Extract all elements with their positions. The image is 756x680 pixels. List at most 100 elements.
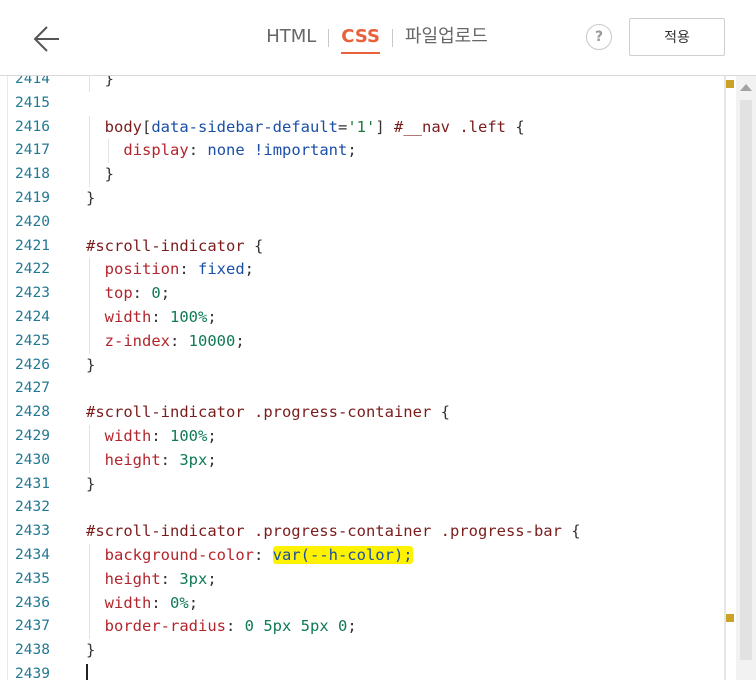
line-number: 2418	[15, 166, 50, 183]
line-number: 2424	[15, 309, 50, 325]
code-token: ;	[347, 617, 357, 636]
editor-header: HTML CSS 파일업로드 ? 적용	[0, 0, 756, 76]
code-token: :	[253, 546, 273, 564]
code-line: 2431}	[0, 473, 720, 497]
code-token: :	[170, 331, 189, 350]
code-token: :	[151, 593, 171, 612]
overview-ruler-marker	[726, 80, 734, 88]
code-line: 2429 width: 100%;	[0, 425, 720, 449]
code-token: none	[207, 141, 245, 160]
code-line: 2414}	[0, 76, 720, 92]
code-token: }	[104, 76, 115, 88]
code-line: 2436 width: 0%;	[0, 591, 720, 616]
code-token: }	[86, 355, 96, 374]
code-text: #scroll-indicator .progress-container {	[86, 401, 450, 425]
code-line: 2425 z-index: 10000;	[0, 329, 720, 354]
code-token: :	[160, 569, 180, 588]
code-token: 10000	[188, 331, 236, 350]
code-token: :	[132, 284, 152, 303]
code-line: 2424 width: 100%;	[0, 306, 720, 330]
indent-guide	[89, 567, 90, 592]
indent-guide	[89, 425, 90, 449]
code-line: 2439	[0, 663, 720, 680]
code-text: width: 0%;	[105, 592, 198, 616]
css-code-editor[interactable]: 2414} 2415 2416 body[data-sidebar-default='…	[0, 76, 756, 680]
scroll-up-arrow-icon[interactable]	[740, 84, 752, 91]
code-token: .progress-bar	[440, 522, 562, 541]
code-token: .progress-container	[253, 522, 432, 541]
code-token: ;	[207, 450, 217, 469]
tab-html[interactable]: HTML	[266, 26, 316, 52]
code-token: {	[506, 117, 525, 136]
code-text: height: 3px;	[105, 568, 217, 592]
line-number: 2439	[15, 666, 50, 680]
line-number: 2436	[15, 594, 50, 611]
code-text: width: 100%;	[105, 425, 217, 449]
line-number: 2414	[15, 76, 50, 87]
line-number: 2421	[15, 237, 50, 254]
code-line: 2416 body[data-sidebar-default='1'] #__na…	[0, 115, 720, 140]
code-token: #scroll-indicator	[86, 236, 245, 255]
indent-guide	[89, 448, 90, 473]
code-token: width	[104, 593, 152, 612]
vertical-scrollbar[interactable]	[736, 76, 756, 680]
line-number: 2437	[15, 618, 50, 635]
code-token: position	[104, 260, 180, 279]
code-token: height	[104, 450, 161, 469]
code-line: 2420	[0, 211, 720, 235]
code-text: }	[86, 354, 95, 378]
code-text: background-color: var(--h-color);	[105, 544, 413, 568]
code-token: 0	[151, 284, 161, 303]
code-line: 2438}	[0, 639, 720, 663]
code-token: }	[86, 474, 96, 493]
code-token: 0%	[170, 593, 189, 612]
code-token: ;	[207, 569, 217, 588]
tab-css[interactable]: CSS	[341, 26, 380, 54]
help-button[interactable]: ?	[586, 24, 612, 50]
code-token: 100%	[170, 308, 208, 326]
line-number: 2431	[15, 475, 50, 492]
code-token: #__nav	[394, 117, 450, 136]
code-text: }	[86, 639, 95, 663]
code-text: top: 0;	[105, 282, 170, 306]
code-line: 2428 #scroll-indicator .progress-containe…	[0, 401, 720, 425]
code-token: [	[142, 117, 152, 136]
code-token: width	[104, 427, 152, 445]
code-token: ]	[375, 117, 394, 136]
code-token: height	[104, 569, 161, 588]
line-number: 2419	[15, 190, 50, 206]
code-token: #scroll-indicator	[86, 403, 245, 422]
scrollbar-thumb[interactable]	[740, 100, 752, 660]
tab-file-upload[interactable]: 파일업로드	[405, 26, 488, 52]
code-token: background-color	[104, 546, 254, 564]
code-token: 0 5px 5px 0	[244, 617, 348, 636]
apply-button[interactable]: 적용	[629, 18, 725, 56]
overview-ruler	[724, 76, 726, 680]
code-token: ;	[244, 260, 255, 279]
code-line: 2434 background-color: var(--h-color);	[0, 544, 720, 568]
code-token: !important	[254, 141, 348, 160]
line-number: 2416	[15, 118, 50, 135]
indent-guide	[89, 591, 90, 616]
code-token: :	[226, 617, 245, 636]
code-token: .left	[459, 117, 507, 136]
code-text: #scroll-indicator {	[86, 235, 263, 259]
code-token: 3px	[179, 450, 208, 469]
code-text: }	[105, 76, 114, 92]
line-number: 2435	[15, 570, 50, 587]
code-token: :	[188, 141, 208, 160]
code-token: ;	[160, 284, 171, 303]
code-token: }	[104, 165, 115, 184]
line-number: 2430	[15, 451, 50, 468]
code-line: 2427	[0, 377, 720, 401]
indent-guide	[89, 139, 90, 164]
code-token: display	[123, 141, 189, 160]
code-text: height: 3px;	[105, 449, 217, 473]
code-token: width	[104, 308, 152, 326]
code-token: body	[104, 117, 142, 136]
code-line: 2415	[0, 92, 720, 116]
code-line: 2435 height: 3px;	[0, 567, 720, 592]
code-text: }	[86, 473, 95, 497]
